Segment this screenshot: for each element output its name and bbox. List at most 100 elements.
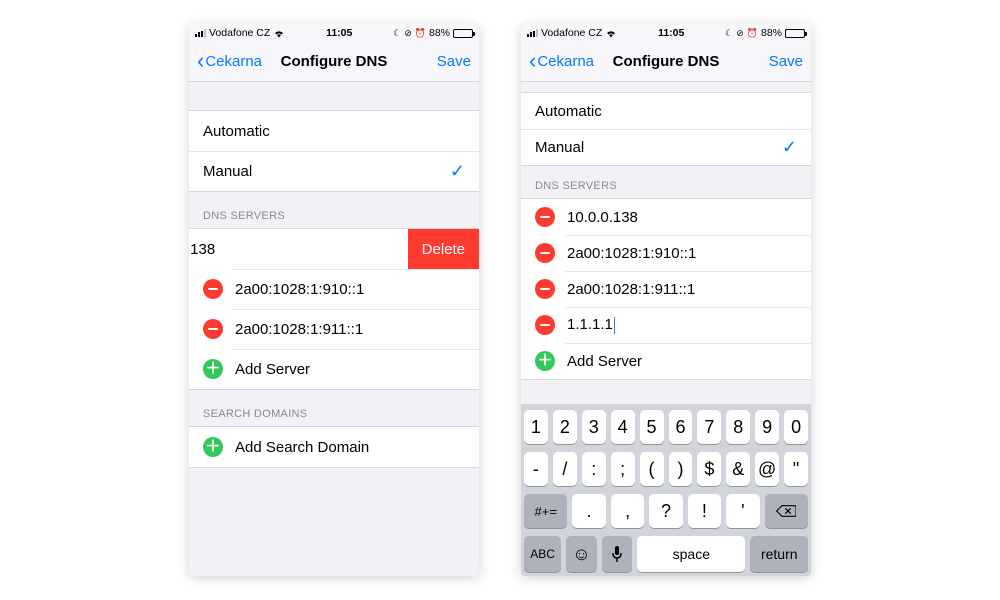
back-button[interactable]: ‹ Cekarna bbox=[529, 53, 613, 70]
key-5[interactable]: 5 bbox=[640, 410, 664, 444]
key-2[interactable]: 2 bbox=[553, 410, 577, 444]
key-at[interactable]: @ bbox=[755, 452, 779, 486]
page-title: Configure DNS bbox=[613, 53, 720, 70]
key-exclaim[interactable]: ! bbox=[688, 494, 721, 528]
clock-label: 11:05 bbox=[658, 27, 684, 39]
back-label: Cekarna bbox=[537, 53, 594, 70]
key-emoji[interactable]: ☺ bbox=[566, 536, 596, 572]
add-domain-label: Add Search Domain bbox=[235, 439, 369, 456]
dns-input[interactable]: 1.1.1.1 bbox=[567, 316, 615, 334]
key-backspace[interactable] bbox=[765, 494, 808, 528]
back-button[interactable]: ‹ Cekarna bbox=[197, 53, 281, 70]
content-area: Automatic Manual ✓ DNS SERVERS 10.0.0.13… bbox=[521, 82, 811, 404]
dns-row[interactable]: 2a00:1028:1:911::1 bbox=[521, 271, 811, 307]
phone-left: Vodafone CZ 11:05 ☾ ⊘ ⏰ 88% ‹ Cekarna Co… bbox=[189, 24, 479, 576]
mode-manual[interactable]: Manual ✓ bbox=[189, 151, 479, 191]
add-server-label: Add Server bbox=[235, 361, 310, 378]
carrier-label: Vodafone CZ bbox=[209, 27, 270, 39]
mode-manual[interactable]: Manual ✓ bbox=[521, 129, 811, 165]
battery-pct: 88% bbox=[761, 27, 782, 39]
add-server-label: Add Server bbox=[567, 353, 642, 370]
key-0[interactable]: 0 bbox=[784, 410, 808, 444]
key-7[interactable]: 7 bbox=[697, 410, 721, 444]
key-colon[interactable]: : bbox=[582, 452, 606, 486]
mode-group: Automatic Manual ✓ bbox=[189, 110, 479, 192]
battery-icon bbox=[453, 29, 473, 38]
dns-row[interactable]: 2a00:1028:1:911::1 bbox=[189, 309, 479, 349]
key-6[interactable]: 6 bbox=[669, 410, 693, 444]
wifi-icon bbox=[605, 29, 617, 38]
page-title: Configure DNS bbox=[281, 53, 388, 70]
dns-value: 2a00:1028:1:910::1 bbox=[235, 281, 364, 298]
signal-icon bbox=[195, 29, 206, 37]
remove-icon[interactable] bbox=[535, 315, 555, 335]
dns-servers-header: DNS SERVERS bbox=[521, 166, 811, 198]
dns-row-swiped[interactable]: .0.0.138 Delete bbox=[189, 229, 479, 269]
key-dash[interactable]: - bbox=[524, 452, 548, 486]
key-3[interactable]: 3 bbox=[582, 410, 606, 444]
battery-icon bbox=[785, 29, 805, 38]
key-comma[interactable]: , bbox=[611, 494, 644, 528]
clock-label: 11:05 bbox=[326, 27, 352, 39]
key-9[interactable]: 9 bbox=[755, 410, 779, 444]
dns-row[interactable]: 2a00:1028:1:910::1 bbox=[189, 269, 479, 309]
remove-icon[interactable] bbox=[535, 279, 555, 299]
add-icon[interactable]: ＋ bbox=[203, 437, 223, 457]
key-slash[interactable]: / bbox=[553, 452, 577, 486]
key-8[interactable]: 8 bbox=[726, 410, 750, 444]
add-server-row[interactable]: ＋ Add Server bbox=[521, 343, 811, 379]
key-mic[interactable] bbox=[602, 536, 632, 572]
dns-row-editing[interactable]: 1.1.1.1 bbox=[521, 307, 811, 343]
key-abc[interactable]: ABC bbox=[524, 536, 561, 572]
mode-automatic[interactable]: Automatic bbox=[189, 111, 479, 151]
remove-icon[interactable] bbox=[203, 319, 223, 339]
signal-icon bbox=[527, 29, 538, 37]
save-button[interactable]: Save bbox=[719, 53, 803, 70]
save-button[interactable]: Save bbox=[387, 53, 471, 70]
backspace-icon bbox=[776, 504, 796, 518]
mode-group: Automatic Manual ✓ bbox=[521, 92, 811, 166]
alarm-icon: ⏰ bbox=[415, 28, 426, 39]
dns-servers-header: DNS SERVERS bbox=[189, 192, 479, 228]
key-space[interactable]: space bbox=[637, 536, 745, 572]
add-server-row[interactable]: ＋ Add Server bbox=[189, 349, 479, 389]
status-bar: Vodafone CZ 11:05 ☾ ⊘ ⏰ 88% bbox=[189, 24, 479, 42]
remove-icon[interactable] bbox=[535, 207, 555, 227]
key-apostrophe[interactable]: ' bbox=[726, 494, 759, 528]
key-rparen[interactable]: ) bbox=[669, 452, 693, 486]
carrier-label: Vodafone CZ bbox=[541, 27, 602, 39]
content-area: Automatic Manual ✓ DNS SERVERS .0.0.138 … bbox=[189, 82, 479, 576]
add-search-domain-row[interactable]: ＋ Add Search Domain bbox=[189, 427, 479, 467]
dns-value: 2a00:1028:1:911::1 bbox=[235, 321, 363, 338]
key-4[interactable]: 4 bbox=[611, 410, 635, 444]
key-return[interactable]: return bbox=[750, 536, 808, 572]
emoji-icon: ☺ bbox=[572, 544, 590, 565]
checkmark-icon: ✓ bbox=[450, 161, 465, 182]
lock-icon: ⊘ bbox=[404, 28, 412, 39]
key-1[interactable]: 1 bbox=[524, 410, 548, 444]
dns-row[interactable]: 2a00:1028:1:910::1 bbox=[521, 235, 811, 271]
key-amp[interactable]: & bbox=[726, 452, 750, 486]
key-period[interactable]: . bbox=[572, 494, 605, 528]
key-quote[interactable]: " bbox=[784, 452, 808, 486]
dns-value: .0.0.138 bbox=[189, 241, 215, 258]
dns-value: 2a00:1028:1:911::1 bbox=[567, 281, 695, 298]
dns-row[interactable]: 10.0.0.138 bbox=[521, 199, 811, 235]
remove-icon[interactable] bbox=[203, 279, 223, 299]
key-semicolon[interactable]: ; bbox=[611, 452, 635, 486]
remove-icon[interactable] bbox=[535, 243, 555, 263]
alarm-icon: ⏰ bbox=[747, 28, 758, 39]
search-domains-group: ＋ Add Search Domain bbox=[189, 426, 479, 468]
key-question[interactable]: ? bbox=[649, 494, 682, 528]
mode-automatic[interactable]: Automatic bbox=[521, 93, 811, 129]
text-cursor bbox=[614, 317, 615, 334]
key-symbols[interactable]: #+= bbox=[524, 494, 567, 528]
dnd-icon: ☾ bbox=[725, 28, 733, 39]
keyboard: 1 2 3 4 5 6 7 8 9 0 - / : ; ( ) $ & @ " … bbox=[521, 404, 811, 576]
add-icon[interactable]: ＋ bbox=[535, 351, 555, 371]
key-lparen[interactable]: ( bbox=[640, 452, 664, 486]
dns-value: 10.0.0.138 bbox=[567, 209, 638, 226]
delete-button[interactable]: Delete bbox=[408, 229, 479, 269]
add-icon[interactable]: ＋ bbox=[203, 359, 223, 379]
key-dollar[interactable]: $ bbox=[697, 452, 721, 486]
